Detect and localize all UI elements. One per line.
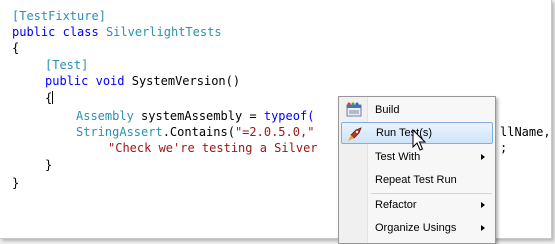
menu-item-organize-usings[interactable]: Organize Usings bbox=[341, 217, 493, 239]
code-line: public void SystemVersion() bbox=[45, 73, 240, 89]
code-fragment: ; bbox=[500, 141, 508, 155]
submenu-arrow-icon bbox=[481, 154, 485, 160]
code-line: "Check we're testing a Silver bbox=[108, 140, 318, 156]
method-name: SystemVersion() bbox=[131, 74, 241, 88]
keyword-class: class bbox=[62, 25, 99, 39]
keyword-public: public bbox=[12, 25, 56, 39]
menu-item-repeat-test-run[interactable]: Repeat Test Run bbox=[341, 169, 493, 191]
attribute-test: [Test] bbox=[45, 58, 89, 72]
keyword-void: void bbox=[95, 74, 125, 88]
attribute-test-fixture: [TestFixture] bbox=[12, 9, 106, 23]
text-caret bbox=[52, 91, 54, 104]
code-line: [Test] bbox=[45, 57, 88, 73]
rocket-icon bbox=[347, 126, 363, 142]
string-literal: "Check we're testing a Silver bbox=[108, 141, 318, 155]
code-line: [TestFixture] bbox=[12, 8, 106, 24]
code-line-tail: ; bbox=[500, 140, 507, 156]
submenu-arrow-icon bbox=[481, 225, 485, 231]
code-line: Assembly systemAssembly = typeof( bbox=[76, 108, 314, 124]
open-brace: { bbox=[45, 91, 53, 105]
close-brace: } bbox=[45, 158, 53, 172]
build-icon bbox=[346, 102, 362, 118]
menu-item-refactor[interactable]: Refactor bbox=[341, 194, 493, 216]
keyword-public: public bbox=[45, 74, 89, 88]
code-line: { bbox=[12, 40, 19, 56]
type-string-assert: StringAssert bbox=[76, 125, 163, 139]
context-menu: Build Run Test(s) Test With Repeat Test … bbox=[338, 96, 496, 244]
mouse-cursor-icon bbox=[412, 128, 428, 153]
type-assembly: Assembly bbox=[76, 109, 134, 123]
close-brace: } bbox=[12, 176, 20, 190]
menu-item-label: Repeat Test Run bbox=[375, 174, 457, 186]
open-brace: { bbox=[12, 41, 20, 55]
menu-item-label: Organize Usings bbox=[375, 222, 457, 234]
method-call: .Contains( bbox=[162, 125, 235, 139]
submenu-arrow-icon bbox=[481, 202, 485, 208]
code-line: public class SilverlightTests bbox=[12, 24, 222, 40]
menu-item-build[interactable]: Build bbox=[341, 99, 493, 121]
code-line: { bbox=[45, 90, 54, 106]
code-line: } bbox=[12, 175, 19, 191]
class-name: SilverlightTests bbox=[105, 25, 222, 39]
code-line-tail: llName, bbox=[500, 124, 551, 140]
string-literal: "=2.0.5.0," bbox=[234, 125, 315, 139]
code-line: } bbox=[45, 157, 52, 173]
menu-item-label: Build bbox=[375, 104, 400, 116]
menu-item-label: Refactor bbox=[375, 199, 417, 211]
code-fragment: llName, bbox=[500, 125, 551, 139]
variable-declaration: systemAssembly = bbox=[141, 109, 264, 123]
keyword-typeof: typeof( bbox=[263, 109, 315, 123]
code-line: StringAssert.Contains("=2.0.5.0," bbox=[76, 124, 314, 140]
